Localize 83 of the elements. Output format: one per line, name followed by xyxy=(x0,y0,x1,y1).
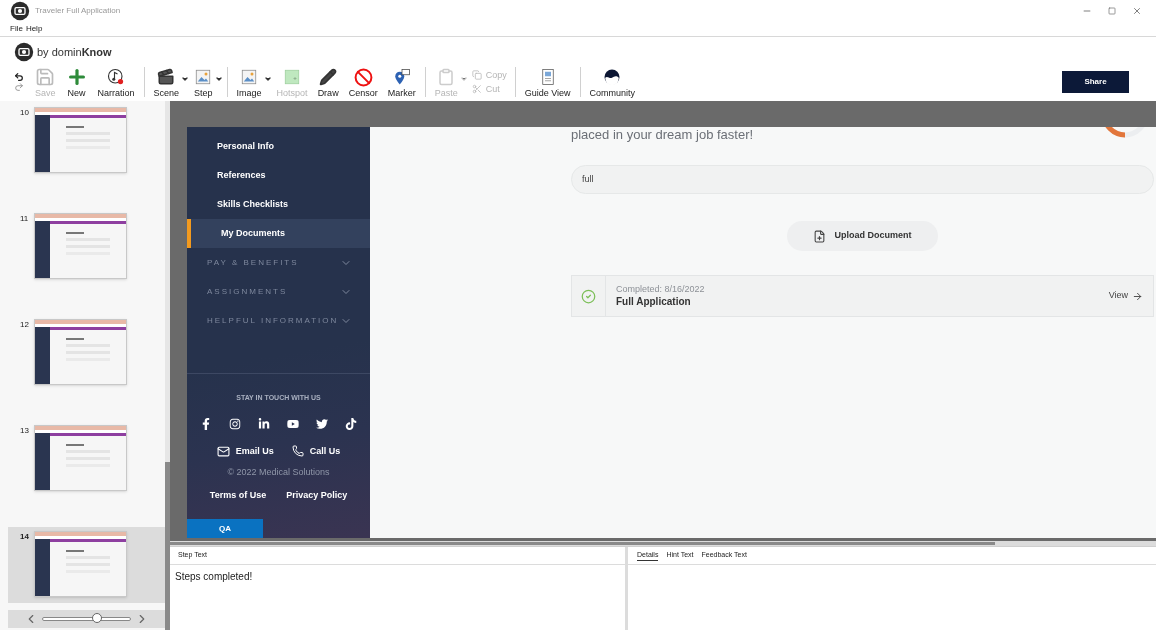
copy-icon xyxy=(471,70,482,80)
intro-text: placed in your dream job faster! xyxy=(571,127,755,142)
dominknow-logo-icon xyxy=(14,42,34,62)
slide-thumbnail[interactable] xyxy=(34,425,127,491)
toolbar-button[interactable]: Guide View xyxy=(519,65,576,99)
slide-list-item[interactable]: 14 xyxy=(8,527,165,603)
menu-item[interactable]: File xyxy=(10,24,23,34)
document-row[interactable]: Completed: 8/16/2022 Full Application View xyxy=(571,275,1154,317)
menu-item[interactable]: Help xyxy=(25,24,43,34)
contact-link[interactable]: Email Us xyxy=(216,444,274,458)
toolbar-button[interactable]: Community xyxy=(584,65,641,99)
slide-list-item[interactable]: 13 xyxy=(8,421,165,497)
slide-thumbnail[interactable] xyxy=(34,107,127,173)
instagram-icon[interactable] xyxy=(229,417,241,430)
slide-number: 13 xyxy=(20,425,30,437)
toolbar-button[interactable]: Scene xyxy=(148,65,185,99)
save-icon xyxy=(35,67,56,87)
close-icon[interactable] xyxy=(1132,6,1142,16)
brand-name: by dominKnow xyxy=(37,44,112,60)
toolbar-button[interactable]: Draw xyxy=(312,65,344,99)
footer-link[interactable]: Terms of Use xyxy=(209,488,267,502)
horizontal-scrollbar[interactable] xyxy=(170,541,1156,546)
arrow-right-icon xyxy=(1132,290,1143,302)
contact-link[interactable]: Call Us xyxy=(291,444,341,458)
community-icon xyxy=(603,68,622,86)
twitter-icon[interactable] xyxy=(316,417,328,430)
view-link[interactable]: View xyxy=(1108,289,1143,303)
step-text-field[interactable]: Steps completed! xyxy=(170,565,625,630)
youtube-icon[interactable] xyxy=(287,417,299,430)
tiktok-icon[interactable] xyxy=(345,417,357,430)
nav-link[interactable]: References xyxy=(187,161,370,190)
image-icon xyxy=(240,68,259,86)
nav-section[interactable]: ASSIGNMENTS xyxy=(187,277,370,306)
file-plus-icon xyxy=(813,229,827,243)
toolbar-button[interactable]: Step xyxy=(189,65,218,99)
footer-link[interactable]: Privacy Policy xyxy=(286,488,348,502)
mail-icon xyxy=(216,444,230,458)
nav-link[interactable]: Personal Info xyxy=(187,132,370,161)
phone-icon xyxy=(291,445,304,458)
slide-thumbnail[interactable] xyxy=(34,213,127,279)
dropdown-caret-icon[interactable] xyxy=(263,75,272,83)
nav-section[interactable]: HELPFUL INFORMATION xyxy=(187,306,370,335)
toolbar-button[interactable]: Censor xyxy=(343,65,383,99)
search-field[interactable]: full xyxy=(571,165,1154,194)
scrollbar[interactable] xyxy=(165,101,170,630)
document-name: Full Application xyxy=(616,295,692,308)
linkedin-icon[interactable] xyxy=(258,417,270,430)
undo-icon[interactable] xyxy=(14,72,24,82)
image-icon xyxy=(194,68,213,86)
map-pin-icon xyxy=(392,68,411,86)
slide-list-item[interactable]: 10 xyxy=(8,103,165,179)
toolbar-button[interactable]: Narration xyxy=(92,65,140,99)
dropdown-caret-icon[interactable] xyxy=(214,75,223,83)
hotspot-icon xyxy=(283,68,302,86)
window-title: Traveler Full Application xyxy=(35,5,121,17)
toolbar-button[interactable]: Marker xyxy=(382,65,421,99)
slide-number: 14 xyxy=(20,531,30,543)
clapperboard-icon xyxy=(157,68,176,86)
nav-section[interactable]: PAY & BENEFITS xyxy=(187,248,370,277)
prohibited-icon xyxy=(353,67,373,87)
slide-number: 10 xyxy=(20,107,30,119)
facebook-icon[interactable] xyxy=(200,417,212,430)
slide-number: 12 xyxy=(20,319,30,331)
slide-list-item[interactable]: 12 xyxy=(8,315,165,391)
upload-document-button[interactable]: Upload Document xyxy=(787,221,938,251)
copyright-text: © 2022 Medical Solutions xyxy=(227,466,330,479)
environment-tag[interactable]: QA xyxy=(187,519,263,538)
slider-thumb[interactable] xyxy=(91,613,102,623)
music-note-icon xyxy=(107,68,125,86)
scissors-icon xyxy=(471,84,482,94)
clipboard-icon xyxy=(437,68,456,86)
nav-link[interactable]: Skills Checklists xyxy=(187,190,370,219)
slide-thumbnail[interactable] xyxy=(34,531,127,597)
slide-thumbnail[interactable] xyxy=(34,319,127,385)
toolbar-button[interactable]: Image xyxy=(231,65,267,99)
slide-list-item[interactable]: 11 xyxy=(8,209,165,285)
pencil-icon xyxy=(319,68,338,86)
nav-link[interactable]: My Documents xyxy=(187,219,370,248)
toolbar-button[interactable]: New xyxy=(60,65,93,99)
slide-number: 11 xyxy=(20,213,30,225)
share-button[interactable]: Share xyxy=(1062,71,1129,93)
document-status: Completed: 8/16/2022 xyxy=(616,284,705,295)
dropdown-caret-icon[interactable] xyxy=(181,75,190,83)
